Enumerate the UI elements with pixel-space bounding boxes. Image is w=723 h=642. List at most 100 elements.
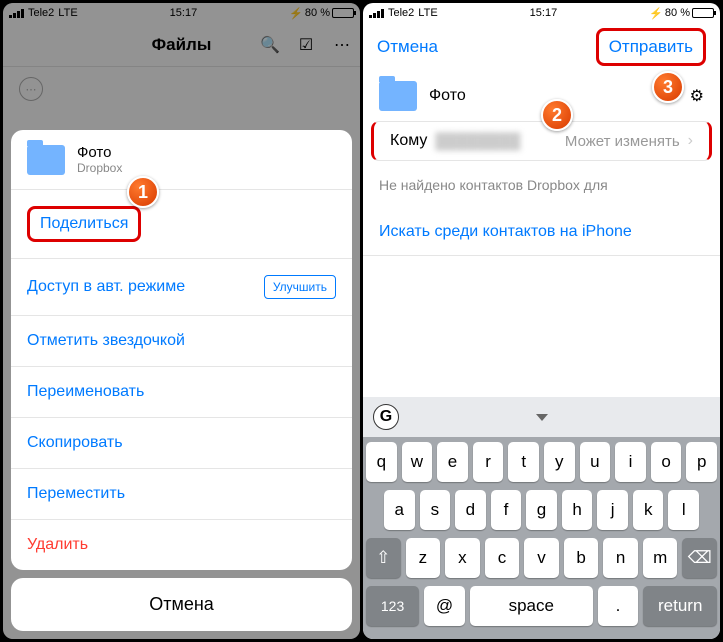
key-return[interactable]: return: [643, 586, 717, 626]
move-label: Переместить: [27, 485, 125, 503]
key-p[interactable]: p: [686, 442, 717, 482]
key-i[interactable]: i: [615, 442, 646, 482]
search-icon[interactable]: 🔍: [260, 35, 280, 55]
key-y[interactable]: y: [544, 442, 575, 482]
key-row-1: q w e r t y u i o p: [366, 442, 717, 482]
key-m[interactable]: m: [643, 538, 678, 578]
key-g[interactable]: g: [526, 490, 557, 530]
star-row[interactable]: Отметить звездочкой: [11, 316, 352, 367]
battery-label: 80 %: [665, 7, 690, 19]
auto-label: Доступ в авт. режиме: [27, 278, 185, 296]
key-o[interactable]: o: [651, 442, 682, 482]
key-t[interactable]: t: [508, 442, 539, 482]
key-j[interactable]: j: [597, 490, 628, 530]
select-icon[interactable]: ☑: [296, 35, 316, 55]
signal-icon: [369, 9, 384, 18]
not-found-text: Не найдено контактов Dropbox для: [363, 161, 720, 209]
folder-icon: [379, 81, 417, 111]
carrier-label: Tele2: [388, 7, 414, 19]
chevron-right-icon: ›: [688, 132, 693, 150]
key-n[interactable]: n: [603, 538, 638, 578]
to-row[interactable]: Кому ████████ Может изменять ›: [371, 121, 712, 161]
key-backspace[interactable]: ⌫: [682, 538, 717, 578]
delete-label: Удалить: [27, 536, 88, 554]
battery-label: 80 %: [305, 7, 330, 19]
key-123[interactable]: 123: [366, 586, 419, 626]
cancel-button[interactable]: Отмена: [11, 578, 352, 631]
copy-label: Скопировать: [27, 434, 123, 452]
nav-bar: Файлы 🔍 ☑ ⋯: [3, 23, 360, 67]
key-s[interactable]: s: [420, 490, 451, 530]
key-x[interactable]: x: [445, 538, 480, 578]
placeholder-icon: ⋯: [19, 77, 43, 101]
keyboard: G q w e r t y u i o p a s: [363, 397, 720, 639]
keyboard-toolbar: G: [363, 397, 720, 437]
gear-icon[interactable]: ⚙: [690, 86, 704, 106]
key-r[interactable]: r: [473, 442, 504, 482]
nav-bar: Отмена Отправить 3: [363, 23, 720, 71]
key-a[interactable]: a: [384, 490, 415, 530]
key-dot[interactable]: .: [598, 586, 639, 626]
g-icon[interactable]: G: [373, 404, 399, 430]
share-label: Поделиться: [40, 215, 128, 232]
key-k[interactable]: k: [633, 490, 664, 530]
auto-access-row[interactable]: Доступ в авт. режиме Улучшить: [11, 259, 352, 316]
cancel-button[interactable]: Отмена: [377, 37, 438, 57]
folder-icon: [27, 145, 65, 175]
move-row[interactable]: Переместить: [11, 469, 352, 520]
key-h[interactable]: h: [562, 490, 593, 530]
page-title: Файлы: [152, 35, 212, 55]
folder-name: Фото: [429, 87, 466, 105]
key-row-2: a s d f g h j k l: [366, 490, 717, 530]
send-button[interactable]: Отправить: [609, 37, 693, 56]
key-at[interactable]: @: [424, 586, 465, 626]
key-f[interactable]: f: [491, 490, 522, 530]
status-bar: Tele2 LTE 15:17 ⚡ 80 %: [363, 3, 720, 23]
share-row[interactable]: Поделиться 1: [11, 190, 352, 259]
battery-icon: [332, 8, 354, 18]
to-value: ████████: [435, 133, 557, 150]
key-c[interactable]: c: [485, 538, 520, 578]
signal-icon: [9, 9, 24, 18]
key-u[interactable]: u: [580, 442, 611, 482]
dropdown-icon[interactable]: [536, 414, 548, 421]
key-b[interactable]: b: [564, 538, 599, 578]
key-d[interactable]: d: [455, 490, 486, 530]
sheet-header: Фото Dropbox: [11, 130, 352, 190]
copy-row[interactable]: Скопировать: [11, 418, 352, 469]
step-badge-2: 2: [541, 99, 573, 131]
time-label: 15:17: [170, 7, 198, 19]
key-row-4: 123 @ space . return: [366, 586, 717, 626]
battery-icon: [692, 8, 714, 18]
key-q[interactable]: q: [366, 442, 397, 482]
sheet-subtitle: Dropbox: [77, 161, 122, 175]
key-row-3: ⇧ z x c v b n m ⌫: [366, 538, 717, 578]
key-space[interactable]: space: [470, 586, 593, 626]
sheet-title: Фото: [77, 144, 122, 161]
right-screenshot: Tele2 LTE 15:17 ⚡ 80 % Отмена Отправить …: [363, 3, 720, 639]
delete-row[interactable]: Удалить: [11, 520, 352, 570]
key-l[interactable]: l: [668, 490, 699, 530]
left-screenshot: Tele2 LTE 15:17 ⚡ 80 % Файлы 🔍 ☑ ⋯ ⋯: [3, 3, 360, 639]
network-label: LTE: [58, 7, 77, 19]
search-contacts-row[interactable]: Искать среди контактов на iPhone: [363, 209, 720, 256]
key-shift[interactable]: ⇧: [366, 538, 401, 578]
time-label: 15:17: [530, 7, 558, 19]
rename-row[interactable]: Переименовать: [11, 367, 352, 418]
rename-label: Переименовать: [27, 383, 144, 401]
improve-button[interactable]: Улучшить: [264, 275, 336, 299]
key-e[interactable]: e: [437, 442, 468, 482]
key-w[interactable]: w: [402, 442, 433, 482]
star-label: Отметить звездочкой: [27, 332, 185, 350]
carrier-label: Tele2: [28, 7, 54, 19]
permission-label: Может изменять: [565, 133, 680, 150]
to-label: Кому: [390, 132, 427, 150]
status-bar: Tele2 LTE 15:17 ⚡ 80 %: [3, 3, 360, 23]
step-badge-1: 1: [127, 176, 159, 208]
file-row: ⋯: [3, 67, 360, 111]
action-sheet: Фото Dropbox Поделиться 1 Доступ в авт. …: [11, 130, 352, 639]
key-v[interactable]: v: [524, 538, 559, 578]
more-icon[interactable]: ⋯: [332, 35, 352, 55]
key-z[interactable]: z: [406, 538, 441, 578]
network-label: LTE: [418, 7, 437, 19]
